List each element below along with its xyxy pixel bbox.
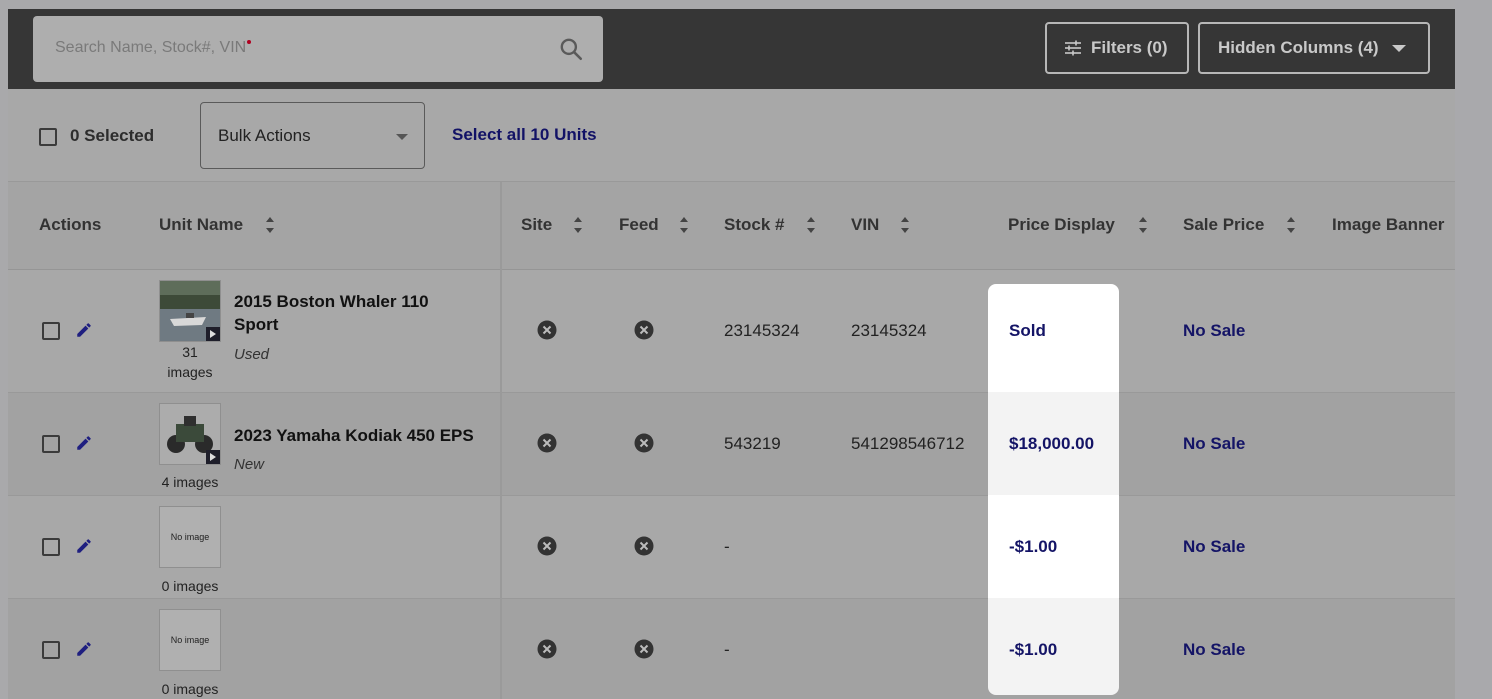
required-indicator [247,40,252,44]
stock-number: 543219 [724,434,781,453]
price-display-value[interactable]: -$1.00 [1009,537,1057,557]
unit-thumbnail[interactable] [159,403,221,465]
sort-icon[interactable] [1287,217,1295,233]
unit-name[interactable]: 2015 Boston Whaler 110 Sport [234,290,484,336]
unit-thumbnail[interactable] [159,280,221,342]
circle-x-icon[interactable] [634,536,654,556]
unit-name[interactable]: 2023 Yamaha Kodiak 450 EPS [234,424,484,447]
filters-label: Filters (0) [1091,38,1168,57]
chevron-down-icon [1391,44,1406,52]
vin: 23145324 [851,321,927,340]
table-row: 4 images 2023 Yamaha Kodiak 450 EPS New … [8,393,1455,496]
search-icon[interactable] [558,36,584,62]
filters-button[interactable]: Filters (0) [1045,22,1189,74]
sort-icon[interactable] [1139,217,1147,233]
circle-x-icon[interactable] [537,433,557,453]
image-count: 31 images [167,344,213,380]
edit-pencil-icon[interactable] [75,434,93,452]
image-count: 4 images [161,474,219,490]
search-input[interactable]: Search Name, Stock#, VIN [33,16,603,82]
sort-icon[interactable] [574,217,582,233]
image-count: 0 images [161,578,219,594]
circle-x-icon[interactable] [537,536,557,556]
selected-count: 0 Selected [70,126,155,145]
row-checkbox[interactable] [42,538,60,556]
edit-pencil-icon[interactable] [75,640,93,658]
no-image-placeholder[interactable]: No image [159,506,221,568]
inventory-panel: Search Name, Stock#, VIN Filters (0) Hid… [8,9,1455,699]
column-header-sale-price[interactable]: Sale Price [1183,215,1264,235]
sort-icon[interactable] [901,217,909,233]
play-icon [206,327,220,341]
column-header-feed[interactable]: Feed [619,215,659,235]
column-header-site[interactable]: Site [521,215,552,235]
table-row: No image 0 images - No Sale [8,496,1455,599]
price-display-highlight [988,284,1119,695]
circle-x-icon[interactable] [537,639,557,659]
hidden-columns-label: Hidden Columns (4) [1218,38,1379,57]
unit-condition: New [234,456,265,473]
page-edge [1455,0,1492,699]
table-header: Actions Unit Name Site Feed Stock # VIN … [8,182,1455,270]
bulk-actions-select[interactable]: Bulk Actions [200,102,425,169]
circle-x-icon[interactable] [634,639,654,659]
edit-pencil-icon[interactable] [75,321,93,339]
play-icon [206,450,220,464]
price-display-value[interactable]: Sold [1009,321,1046,341]
column-header-price-display[interactable]: Price Display [1008,215,1115,235]
column-header-image-banner[interactable]: Image Banner [1332,215,1444,235]
circle-x-icon[interactable] [634,320,654,340]
price-display-value[interactable]: $18,000.00 [1009,434,1094,454]
select-all-checkbox[interactable] [39,128,57,146]
circle-x-icon[interactable] [537,320,557,340]
edit-pencil-icon[interactable] [75,537,93,555]
sort-icon[interactable] [807,217,815,233]
hidden-columns-button[interactable]: Hidden Columns (4) [1198,22,1430,74]
column-header-actions: Actions [39,215,102,234]
row-checkbox[interactable] [42,435,60,453]
bulk-actions-label: Bulk Actions [218,126,311,145]
table-row: 31 images 2015 Boston Whaler 110 Sport Use… [8,270,1455,393]
sort-icon[interactable] [266,217,274,233]
selection-bar: 0 Selected Bulk Actions Select all 10 Un… [8,89,1455,182]
stock-number: - [724,537,730,556]
table-row: No image 0 images - No Sale [8,599,1455,699]
image-count: 0 images [161,681,219,697]
column-header-stock[interactable]: Stock # [724,215,784,235]
search-placeholder: Search Name, Stock#, VIN [55,39,252,57]
chevron-down-icon [396,134,408,140]
sale-price[interactable]: No Sale [1183,321,1245,341]
filter-sliders-icon [1065,40,1081,56]
column-header-unit-name[interactable]: Unit Name [159,215,243,235]
sale-price[interactable]: No Sale [1183,640,1245,660]
row-checkbox[interactable] [42,322,60,340]
price-cell[interactable] [988,284,1119,392]
row-checkbox[interactable] [42,641,60,659]
sale-price[interactable]: No Sale [1183,434,1245,454]
sort-icon[interactable] [680,217,688,233]
stock-number: 23145324 [724,321,800,340]
select-all-units-link[interactable]: Select all 10 Units [452,125,597,145]
column-header-vin[interactable]: VIN [851,215,879,235]
no-image-placeholder[interactable]: No image [159,609,221,671]
unit-condition: Used [234,346,270,363]
toolbar: Search Name, Stock#, VIN Filters (0) Hid… [8,9,1455,89]
stock-number: - [724,640,730,659]
price-display-value[interactable]: -$1.00 [1009,640,1057,660]
vin: 541298546712 [851,434,965,453]
sale-price[interactable]: No Sale [1183,537,1245,557]
circle-x-icon[interactable] [634,433,654,453]
